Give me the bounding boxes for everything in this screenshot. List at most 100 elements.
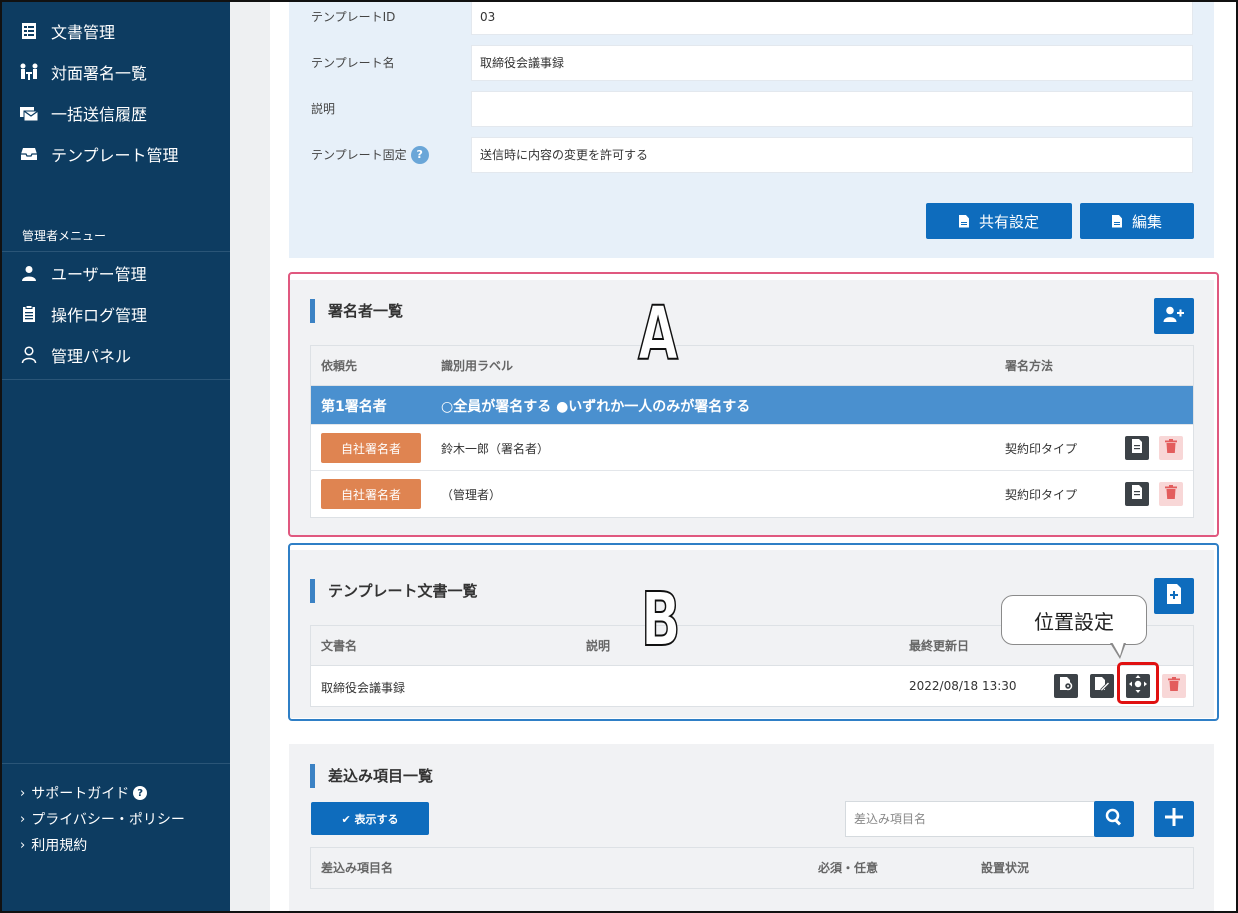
- merge-field-search-input[interactable]: 差込み項目名: [845, 801, 1095, 837]
- document-button[interactable]: [1125, 436, 1149, 460]
- share-settings-label: 共有設定: [978, 212, 1039, 231]
- sidebar-item-operation-logs[interactable]: 操作ログ管理: [2, 293, 230, 334]
- show-button[interactable]: ✔ 表示する: [311, 802, 429, 835]
- sidebar-item-bulk-history[interactable]: 一括送信履歴: [2, 92, 230, 133]
- sidebar-item-admin-panel[interactable]: 管理パネル: [2, 334, 230, 375]
- main-content: テンプレートID 03 テンプレート名 取締役会議事録 説明 テンプレート固定 …: [230, 0, 1236, 911]
- template-info-panel: テンプレートID 03 テンプレート名 取締役会議事録 説明 テンプレート固定 …: [289, 0, 1214, 258]
- sidebar-item-documents[interactable]: 文書管理: [2, 10, 230, 51]
- signers-section: 署名者一覧 依頼先 識別用ラベル 署名方法 第1署名者 ○全員が署名する ●いず…: [289, 280, 1214, 535]
- template-name-row: テンプレート名 取締役会議事録: [289, 45, 1214, 81]
- bulk-send-icon: [19, 103, 39, 123]
- description-value: [471, 91, 1193, 127]
- delete-button[interactable]: [1159, 436, 1183, 460]
- trash-icon: [1165, 485, 1177, 503]
- signers-table: 依頼先 識別用ラベル 署名方法 第1署名者 ○全員が署名する ●いずれか一人のみ…: [310, 345, 1194, 518]
- share-settings-button[interactable]: 共有設定: [926, 203, 1072, 239]
- chevron-right-icon: ›: [20, 811, 26, 827]
- sidebar-item-label: 対面署名一覧: [51, 63, 148, 83]
- sign-method: 契約印タイプ: [1005, 442, 1078, 456]
- own-signer-tag[interactable]: 自社署名者: [321, 479, 421, 509]
- privacy-policy-link[interactable]: › プライバシー・ポリシー: [2, 806, 230, 832]
- document-edit-button[interactable]: [1090, 674, 1114, 698]
- signer-group-label: 第1署名者: [321, 399, 387, 415]
- document-updated: 2022/08/18 13:30: [909, 679, 1017, 693]
- position-settings-button[interactable]: [1126, 674, 1150, 698]
- move-arrows-icon: [1129, 675, 1147, 697]
- preview-icon: [1058, 677, 1074, 695]
- help-icon[interactable]: ?: [410, 146, 429, 164]
- privacy-policy-label: プライバシー・ポリシー: [31, 812, 185, 828]
- header-last-updated: 最終更新日: [909, 639, 970, 653]
- inbox-tray-icon: [19, 144, 39, 164]
- merge-fields-table-header: 差込み項目名 必須・任意 設置状況: [311, 848, 1193, 888]
- annotation-letter-b: B: [640, 577, 681, 663]
- add-document-icon: [1166, 584, 1182, 608]
- grid-document-icon: [19, 21, 39, 41]
- table-row: 自社署名者 （管理者） 契約印タイプ: [311, 471, 1193, 517]
- template-fixed-row: テンプレート固定 ? 送信時に内容の変更を許可する: [289, 137, 1214, 173]
- sidebar-item-users[interactable]: ユーザー管理: [2, 252, 230, 293]
- delete-button[interactable]: [1162, 674, 1186, 698]
- header-merge-name: 差込み項目名: [321, 861, 394, 875]
- preview-button[interactable]: [1054, 674, 1078, 698]
- add-user-icon: [1163, 306, 1185, 326]
- sidebar-item-label: ユーザー管理: [51, 264, 147, 284]
- document-icon: [1131, 439, 1143, 457]
- sidebar: 文書管理 対面署名一覧 一括送信履歴 テンプレート管理 管理者メニュー ユーザー…: [2, 2, 230, 911]
- signer-label: （管理者）: [441, 488, 502, 502]
- add-signer-button[interactable]: [1154, 298, 1194, 334]
- template-fixed-label: テンプレート固定 ?: [311, 137, 429, 173]
- search-icon: [1105, 808, 1123, 830]
- template-name-label: テンプレート名: [311, 56, 395, 70]
- template-id-label: テンプレートID: [311, 10, 396, 24]
- terms-label: 利用規約: [31, 838, 88, 854]
- signers-table-header: 依頼先 識別用ラベル 署名方法: [311, 346, 1193, 386]
- delete-button[interactable]: [1159, 482, 1183, 506]
- header-sign-method: 署名方法: [1005, 359, 1054, 373]
- support-guide-label: サポートガイド: [31, 786, 130, 802]
- signer-group-row[interactable]: 第1署名者 ○全員が署名する ●いずれか一人のみが署名する: [311, 386, 1193, 425]
- description-label: 説明: [311, 102, 336, 116]
- header-required: 必須・任意: [818, 861, 879, 875]
- plus-icon: [1165, 808, 1183, 830]
- documents-title: テンプレート文書一覧: [310, 579, 478, 603]
- table-row: 自社署名者 鈴木一郎（署名者） 契約印タイプ: [311, 425, 1193, 471]
- document-button[interactable]: [1125, 482, 1149, 506]
- sidebar-item-label: 一括送信履歴: [51, 104, 148, 124]
- sign-method: 契約印タイプ: [1005, 488, 1078, 502]
- document-name[interactable]: 取締役会議事録: [321, 679, 405, 696]
- sidebar-item-templates[interactable]: テンプレート管理: [2, 133, 230, 174]
- meeting-icon: [19, 62, 39, 82]
- header-doc-name: 文書名: [321, 639, 358, 653]
- support-guide-link[interactable]: › サポートガイド ?: [2, 780, 230, 806]
- trash-icon: [1168, 677, 1180, 695]
- chevron-right-icon: ›: [20, 837, 26, 853]
- signer-group-options[interactable]: ○全員が署名する ●いずれか一人のみが署名する: [441, 396, 750, 416]
- add-merge-field-button[interactable]: [1154, 801, 1194, 837]
- edit-button[interactable]: 編集: [1080, 203, 1194, 239]
- admin-menu-title: 管理者メニュー: [2, 220, 230, 252]
- merge-fields-table: 差込み項目名 必須・任意 設置状況: [310, 847, 1194, 889]
- position-settings-tooltip: 位置設定: [1001, 595, 1147, 645]
- document-icon: [1111, 214, 1122, 228]
- document-icon: [958, 214, 969, 228]
- sidebar-item-face-to-face[interactable]: 対面署名一覧: [2, 51, 230, 92]
- own-signer-tag[interactable]: 自社署名者: [321, 433, 421, 463]
- tooltip-tail: [1110, 642, 1126, 659]
- question-icon: ?: [133, 786, 148, 800]
- terms-link[interactable]: › 利用規約: [2, 832, 230, 858]
- user-icon: [19, 263, 39, 283]
- left-gutter: [230, 2, 270, 911]
- search-button[interactable]: [1094, 801, 1134, 837]
- table-row: 取締役会議事録 2022/08/18 13:30: [311, 666, 1193, 706]
- template-fixed-label-text: テンプレート固定: [311, 148, 407, 162]
- template-id-row: テンプレートID 03: [289, 0, 1214, 35]
- template-name-value: 取締役会議事録: [471, 45, 1193, 81]
- merge-fields-section: 差込み項目一覧 ✔ 表示する 差込み項目名 差込み項目名 必須・任意 設置状況: [289, 744, 1214, 911]
- header-placement: 設置状況: [981, 861, 1030, 875]
- template-fixed-value: 送信時に内容の変更を許可する: [471, 137, 1193, 173]
- sidebar-item-label: 文書管理: [51, 22, 116, 42]
- template-id-value: 03: [471, 0, 1193, 35]
- add-document-button[interactable]: [1154, 578, 1194, 614]
